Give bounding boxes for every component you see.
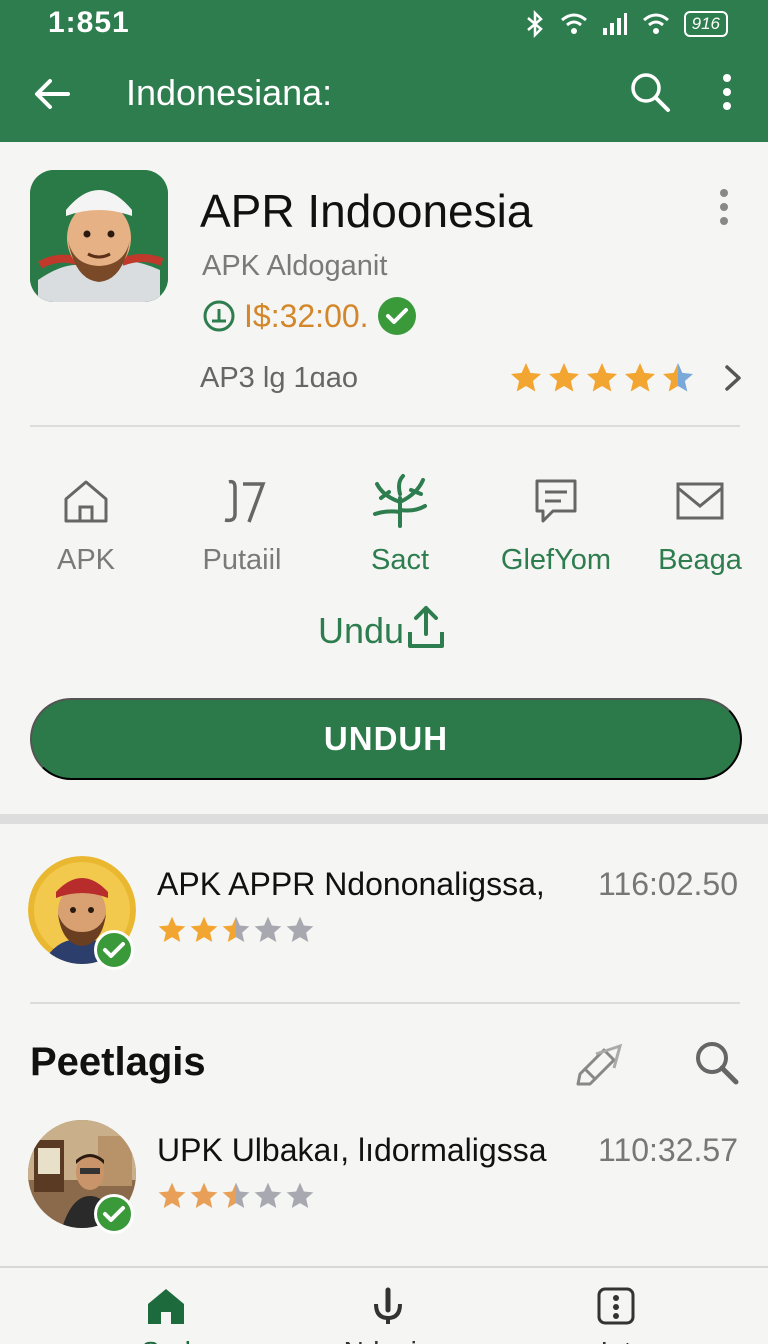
mail-icon xyxy=(676,482,724,520)
home-outline-icon xyxy=(64,480,108,523)
action-label: Beaga xyxy=(658,544,742,576)
nav-item-mic[interactable]: Nduain xyxy=(308,1286,468,1344)
action-sact[interactable]: Sact xyxy=(330,470,470,577)
j7-icon xyxy=(224,479,266,523)
download-button[interactable]: UNDUH xyxy=(30,698,742,780)
list-item[interactable]: APK APPR Ndononaligssa, 116:02.50 xyxy=(0,852,768,972)
action-label: Putaiil xyxy=(202,544,282,576)
nav-label: Iet xyxy=(536,1336,696,1344)
star-icon xyxy=(587,363,617,392)
app-rating-stars xyxy=(508,360,696,396)
price-row: I$:32:00. xyxy=(202,296,417,336)
star-icon xyxy=(190,916,218,942)
nav-item-home[interactable]: Sod xyxy=(86,1286,246,1344)
action-beaga[interactable]: Beaga xyxy=(630,470,768,577)
more-vert-icon[interactable] xyxy=(712,70,742,114)
page-title: Indonesiana: xyxy=(126,72,333,113)
verified-badge-icon xyxy=(94,930,134,970)
item-time: 110:32.57 xyxy=(598,1132,738,1168)
item-rating-stars xyxy=(156,1180,316,1212)
star-icon xyxy=(286,916,314,942)
bluetooth-icon xyxy=(526,10,543,38)
star-icon xyxy=(625,363,655,392)
status-time: 1:851 xyxy=(48,6,130,39)
status-icons: 916 xyxy=(524,10,728,38)
undu-label: Undu xyxy=(318,610,405,651)
bottom-navigation: Sod Nduain Iet xyxy=(0,1266,768,1344)
action-glefyom[interactable]: GlefYom xyxy=(486,470,626,577)
list-item[interactable]: UPK Ulbakaı, lıdormaligssa 110:32.57 xyxy=(0,1118,768,1238)
coin-icon xyxy=(203,300,235,332)
battery-indicator: 916 xyxy=(683,11,728,37)
star-icon xyxy=(222,916,250,942)
chevron-right-icon[interactable] xyxy=(718,362,748,394)
section-title: Peetlagis xyxy=(30,1040,206,1084)
star-icon xyxy=(222,1182,250,1208)
app-icon xyxy=(30,170,168,302)
price-label: I$:32:00. xyxy=(244,297,369,334)
item-title: APK APPR Ndononaligssa, xyxy=(157,866,545,902)
star-icon xyxy=(254,1182,282,1208)
star-icon xyxy=(158,1182,186,1208)
item-title: UPK Ulbakaı, lıdormaligssa xyxy=(157,1132,547,1168)
search-icon[interactable] xyxy=(628,70,672,114)
edit-pencil-icon[interactable] xyxy=(574,1040,626,1086)
action-label: APK xyxy=(56,544,116,576)
action-row: APK Putaiil Sact GlefYom Beaga xyxy=(30,470,750,590)
app-bar: Indonesiana: xyxy=(0,52,768,142)
developer-name[interactable]: APK Aldoganit xyxy=(202,250,387,283)
undu-link[interactable]: Undu xyxy=(318,602,446,652)
chat-icon xyxy=(535,479,577,523)
wifi-icon-2 xyxy=(642,13,669,34)
item-rating-stars xyxy=(156,914,316,946)
verified-check-icon xyxy=(377,297,416,335)
star-icon xyxy=(286,1182,314,1208)
divider xyxy=(30,1002,740,1004)
wifi-icon xyxy=(560,13,587,34)
section-separator xyxy=(0,814,768,824)
info-icon xyxy=(597,1287,635,1325)
app-more-icon[interactable] xyxy=(706,186,742,228)
star-icon xyxy=(254,916,282,942)
action-putaiil[interactable]: Putaiil xyxy=(172,470,312,577)
upload-icon xyxy=(408,606,445,648)
item-time: 116:02.50 xyxy=(598,866,738,902)
search-icon[interactable] xyxy=(692,1038,740,1086)
status-bar: 1:851 916 xyxy=(0,0,768,50)
star-icon xyxy=(549,363,579,392)
action-apk[interactable]: APK xyxy=(16,470,156,577)
signal-icon xyxy=(602,13,627,35)
star-icon xyxy=(190,1182,218,1208)
top-app-bar: 1:851 916 Indonesiana: xyxy=(0,0,768,142)
app-name: APR Indoonesia xyxy=(200,185,533,237)
divider xyxy=(30,425,740,427)
app-meta: AP3 lg 1ɑao xyxy=(200,362,359,394)
back-arrow-icon[interactable] xyxy=(28,70,76,118)
action-label: Sact xyxy=(370,544,430,576)
nav-label: Sod xyxy=(86,1336,246,1344)
verified-badge-icon xyxy=(94,1194,134,1234)
star-icon xyxy=(663,363,693,392)
nav-item-info[interactable]: Iet xyxy=(536,1286,696,1344)
action-label: GlefYom xyxy=(500,544,612,576)
star-icon xyxy=(511,363,541,392)
home-icon xyxy=(148,1289,184,1324)
nav-label: Nduain xyxy=(308,1336,468,1344)
mic-icon xyxy=(374,1287,402,1324)
star-icon xyxy=(158,916,186,942)
branch-icon xyxy=(373,474,427,528)
